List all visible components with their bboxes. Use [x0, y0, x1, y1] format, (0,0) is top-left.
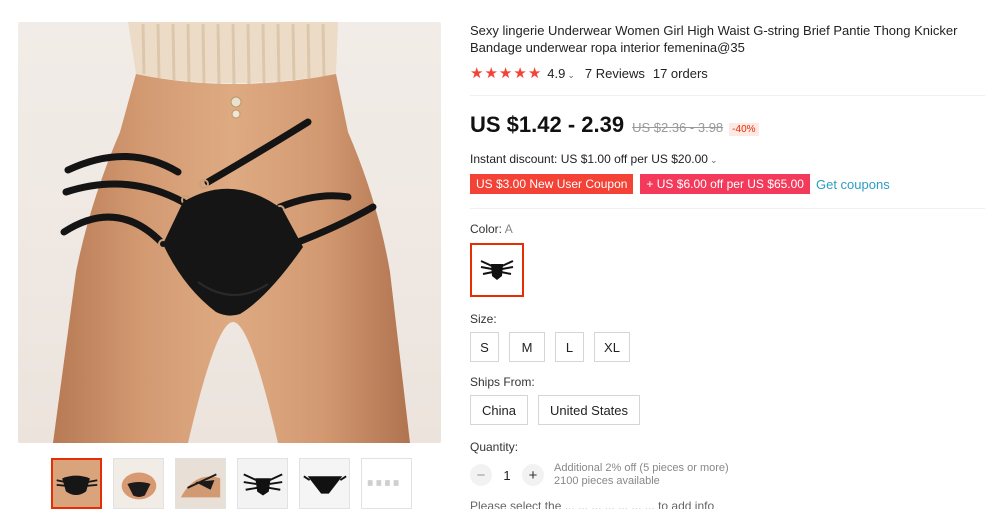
- size-options: S M L XL: [470, 332, 990, 362]
- color-label: Color: A: [470, 222, 990, 236]
- quantity-label: Quantity:: [470, 440, 519, 454]
- divider: [470, 95, 985, 96]
- product-title: Sexy lingerie Underwear Women Girl High …: [470, 23, 958, 55]
- size-option-xl[interactable]: XL: [594, 332, 630, 362]
- ships-options: China United States: [470, 395, 990, 425]
- star-icon: ★: [513, 64, 527, 82]
- plus-icon[interactable]: +: [522, 464, 544, 486]
- size-option-s[interactable]: S: [470, 332, 499, 362]
- color-label-text: Color:: [470, 222, 503, 236]
- quantity-input[interactable]: 1: [492, 468, 522, 483]
- get-coupons-link[interactable]: Get coupons: [816, 177, 890, 192]
- price-row: US $1.42 - 2.39 US $2.36 - 3.98 -40%: [470, 112, 990, 138]
- thumbnail-4[interactable]: [237, 458, 288, 509]
- coupon-row: US $3.00 New User Coupon + US $6.00 off …: [470, 174, 990, 194]
- divider: [470, 208, 985, 209]
- quantity-info: Additional 2% off (5 pieces or more) 210…: [554, 462, 729, 488]
- ships-option-united-states[interactable]: United States: [537, 395, 641, 425]
- rating-row: ★ ★ ★ ★ ★ 4.9 ⌄ 7 Reviews 17 orders: [470, 64, 990, 82]
- main-product-image[interactable]: [18, 22, 441, 443]
- star-icon: ★: [484, 64, 498, 82]
- thumbnail-6[interactable]: [361, 458, 412, 509]
- reviews-link[interactable]: 7 Reviews: [585, 66, 645, 81]
- stock-available-text: 2100 pieces available: [554, 475, 660, 487]
- instant-discount[interactable]: Instant discount: US $1.00 off per US $2…: [470, 152, 990, 166]
- color-section: Color: A: [470, 222, 990, 297]
- original-price: US $2.36 - 3.98: [632, 120, 724, 135]
- quantity-section: Quantity: − 1 + Additional 2% off (5 pie…: [470, 440, 990, 488]
- instant-discount-text: Instant discount: US $1.00 off per US $2…: [470, 152, 708, 166]
- footer-clip-text: Please select the ... ... ... ... ... ..…: [470, 499, 715, 509]
- product-photo: [53, 22, 410, 443]
- color-value: A: [504, 222, 513, 236]
- thumbnail-strip: [51, 458, 412, 509]
- discount-badge: -40%: [729, 123, 759, 136]
- ships-from-section: Ships From: China United States: [470, 375, 990, 425]
- rating-value[interactable]: 4.9 ⌄: [547, 66, 575, 81]
- new-user-coupon[interactable]: US $3.00 New User Coupon: [470, 174, 634, 194]
- size-label: Size:: [470, 312, 497, 326]
- thumbnail-5[interactable]: [299, 458, 350, 509]
- store-coupon[interactable]: + US $6.00 off per US $65.00: [640, 174, 810, 194]
- product-details: Sexy lingerie Underwear Women Girl High …: [470, 22, 990, 509]
- star-rating: ★ ★ ★ ★ ★: [470, 66, 541, 81]
- size-section: Size: S M L XL: [470, 312, 990, 362]
- quantity-stepper: − 1 + Additional 2% off (5 pieces or mor…: [470, 462, 990, 488]
- chevron-down-icon: ⌄: [709, 155, 718, 165]
- size-option-m[interactable]: M: [509, 332, 545, 362]
- chevron-down-icon: ⌄: [567, 69, 575, 80]
- swatch-image: [480, 260, 514, 280]
- size-option-l[interactable]: L: [555, 332, 584, 362]
- star-icon: ★: [498, 64, 513, 82]
- color-swatch-a[interactable]: [470, 243, 524, 297]
- thumbnail-3[interactable]: [175, 458, 226, 509]
- ships-option-china[interactable]: China: [470, 395, 528, 425]
- current-price: US $1.42 - 2.39: [470, 112, 625, 137]
- star-icon: ★: [527, 64, 542, 82]
- bulk-discount-text: Additional 2% off (5 pieces or more): [554, 462, 729, 474]
- rating-number: 4.9: [547, 65, 566, 81]
- thumbnail-2[interactable]: [113, 458, 164, 509]
- thumbnail-1[interactable]: [51, 458, 102, 509]
- star-icon: ★: [470, 64, 484, 82]
- ships-from-label: Ships From:: [470, 375, 535, 389]
- orders-count: 17 orders: [652, 65, 708, 81]
- minus-icon[interactable]: −: [470, 464, 492, 486]
